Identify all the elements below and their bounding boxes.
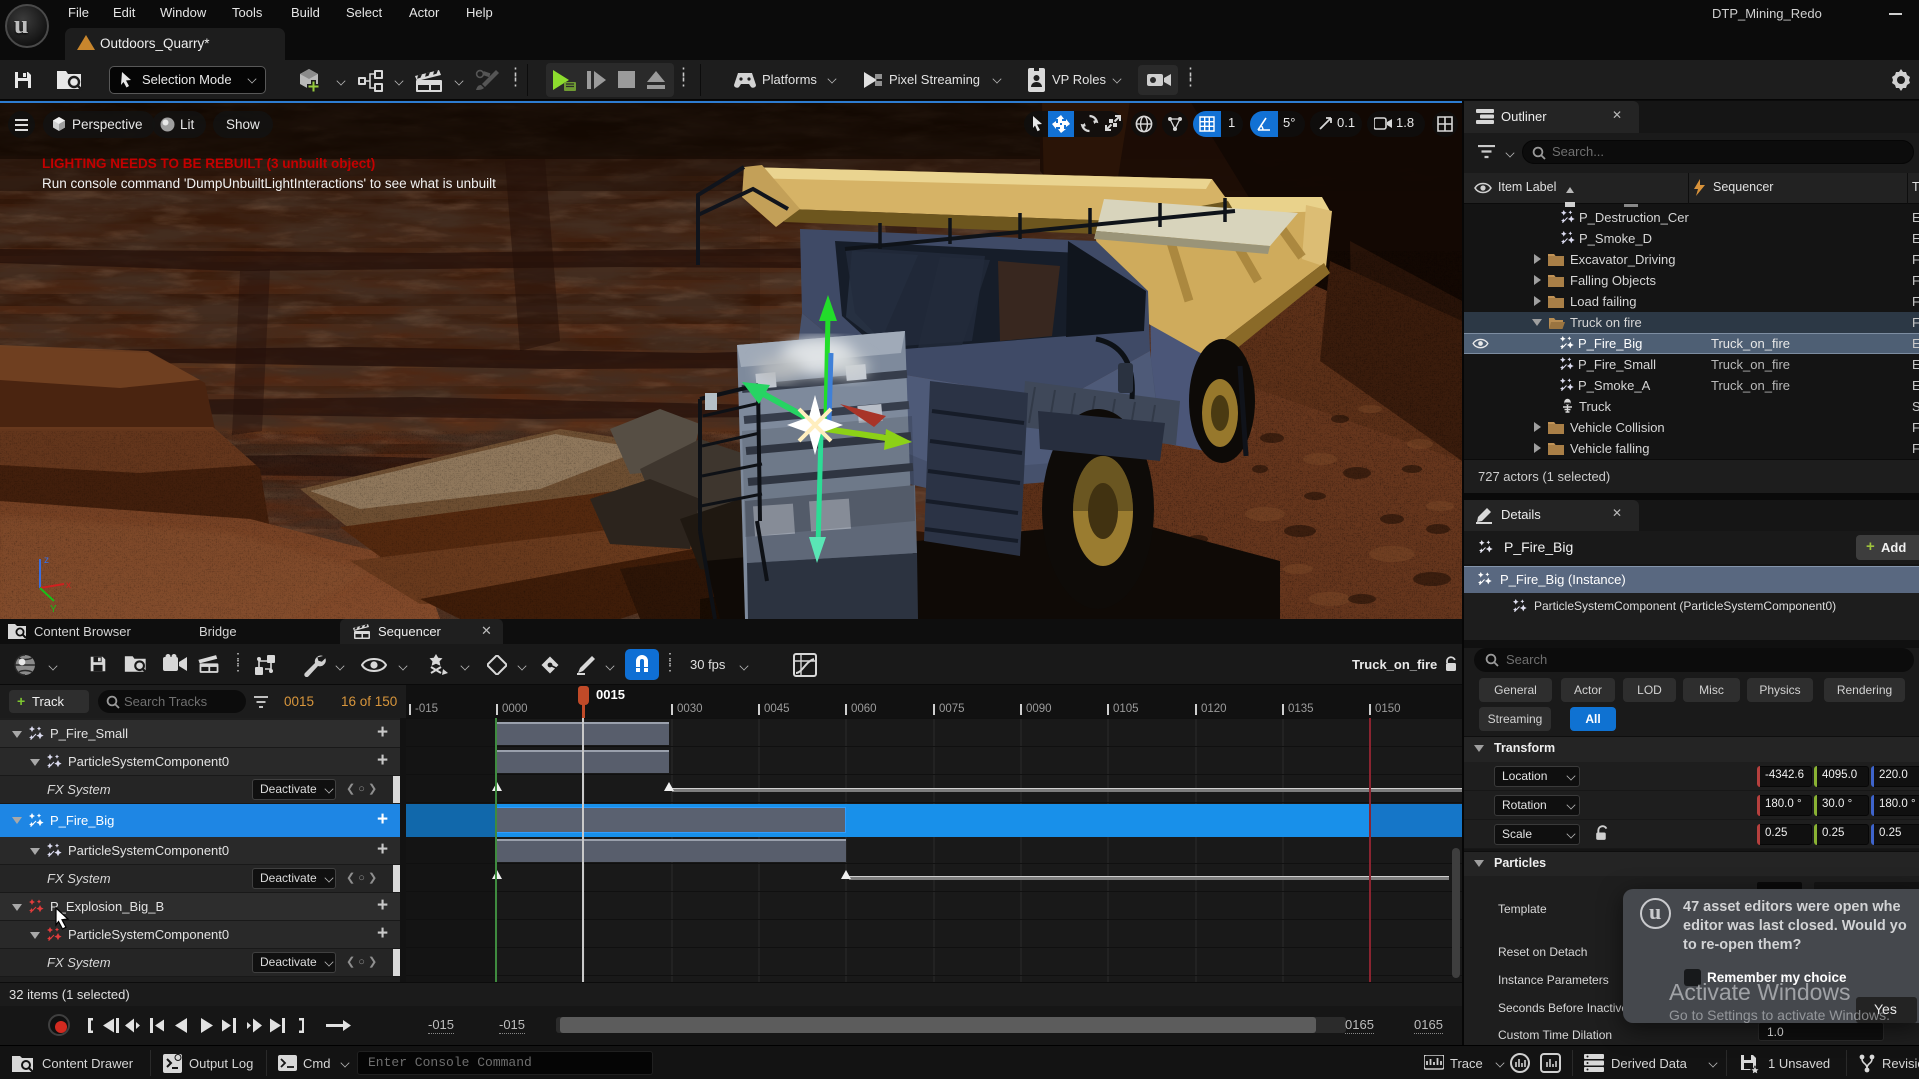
svg-text:Y: Y	[50, 604, 57, 615]
svg-text:z: z	[44, 555, 49, 566]
svg-text:x: x	[66, 580, 71, 591]
